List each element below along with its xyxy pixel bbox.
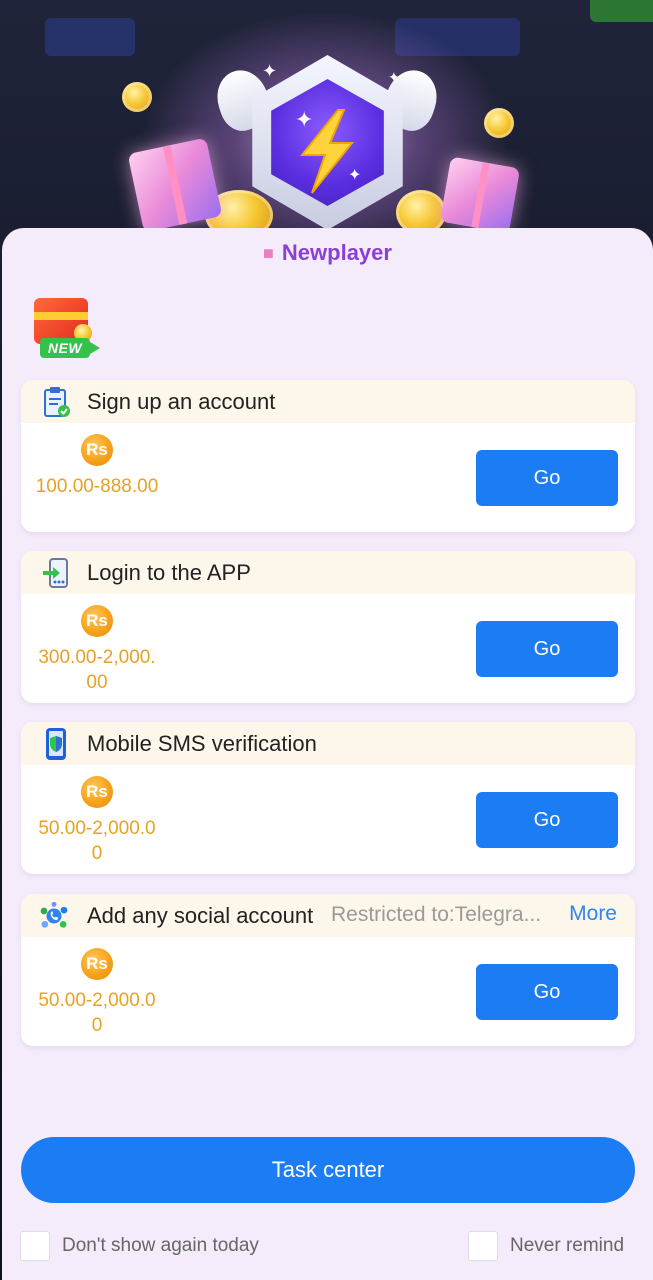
- gift-icon: ■: [263, 243, 274, 263]
- svg-text:✦: ✦: [348, 165, 361, 184]
- never-remind-option[interactable]: Never remind: [468, 1231, 624, 1261]
- rupee-coin-icon: Rs: [81, 776, 113, 808]
- never-remind-checkbox[interactable]: [468, 1231, 498, 1261]
- task-card-sign-up: Sign up an account Rs 100.00-888.00 Go: [21, 380, 635, 532]
- task-title: Sign up an account: [87, 389, 276, 414]
- task-card-social-account: Add any social account Restricted to:Tel…: [21, 894, 635, 1046]
- modal-title: ■ Newplayer: [2, 240, 653, 266]
- coin-icon: [484, 108, 514, 138]
- task-reward: 300.00-2,000.00: [38, 647, 156, 693]
- dont-show-today-option[interactable]: Don't show again today: [20, 1231, 259, 1261]
- task-header: Add any social account Restricted to:Tel…: [21, 894, 635, 937]
- sparkle-icon: ✦: [388, 69, 400, 85]
- task-reward: 100.00-888.00: [35, 476, 159, 497]
- social-network-icon: [39, 901, 69, 931]
- go-button[interactable]: Go: [476, 450, 618, 506]
- gift-box-icon: [127, 137, 223, 233]
- task-card-sms-verification: Mobile SMS verification Rs 50.00-2,000.0…: [21, 722, 635, 874]
- task-header: Mobile SMS verification: [21, 722, 635, 765]
- gift-box-icon: [439, 156, 521, 234]
- coin-icon: [122, 82, 152, 112]
- rupee-coin-icon: Rs: [81, 948, 113, 980]
- modal-title-text: Newplayer: [281, 240, 392, 265]
- rupee-coin-icon: Rs: [81, 434, 113, 466]
- task-restriction: Restricted to:Telegra...: [331, 903, 542, 926]
- go-button[interactable]: Go: [476, 621, 618, 677]
- task-title: Login to the APP: [87, 560, 251, 585]
- phone-login-icon: [41, 558, 71, 588]
- sparkle-icon: ✦: [262, 61, 278, 81]
- clipboard-check-icon: [41, 387, 71, 417]
- rupee-coin-icon: Rs: [81, 605, 113, 637]
- more-link[interactable]: More: [569, 902, 617, 926]
- go-button[interactable]: Go: [476, 964, 618, 1020]
- dont-show-today-checkbox[interactable]: [20, 1231, 50, 1261]
- task-reward: 50.00-2,000.00: [38, 818, 156, 864]
- task-card-login-app: Login to the APP Rs 300.00-2,000.00 Go: [21, 551, 635, 703]
- new-badge-label: NEW: [40, 338, 100, 358]
- task-reward: 50.00-2,000.00: [38, 990, 156, 1036]
- never-remind-label: Never remind: [510, 1235, 625, 1256]
- phone-shield-icon: [41, 728, 71, 760]
- new-gift-badge-icon: NEW: [28, 294, 108, 364]
- hero-illustration: ✦ ✦ ✦ ✦: [0, 0, 653, 240]
- svg-text:✦: ✦: [295, 108, 313, 133]
- task-title: Add any social account: [87, 903, 314, 928]
- task-center-button[interactable]: Task center: [21, 1137, 635, 1203]
- dont-show-today-label: Don't show again today: [62, 1235, 259, 1256]
- task-title: Mobile SMS verification: [87, 731, 317, 756]
- task-header: Sign up an account: [21, 380, 635, 423]
- go-button[interactable]: Go: [476, 792, 618, 848]
- task-header: Login to the APP: [21, 551, 635, 594]
- newplayer-modal: ■ Newplayer NEW Sign up an account Rs 100…: [2, 228, 653, 1280]
